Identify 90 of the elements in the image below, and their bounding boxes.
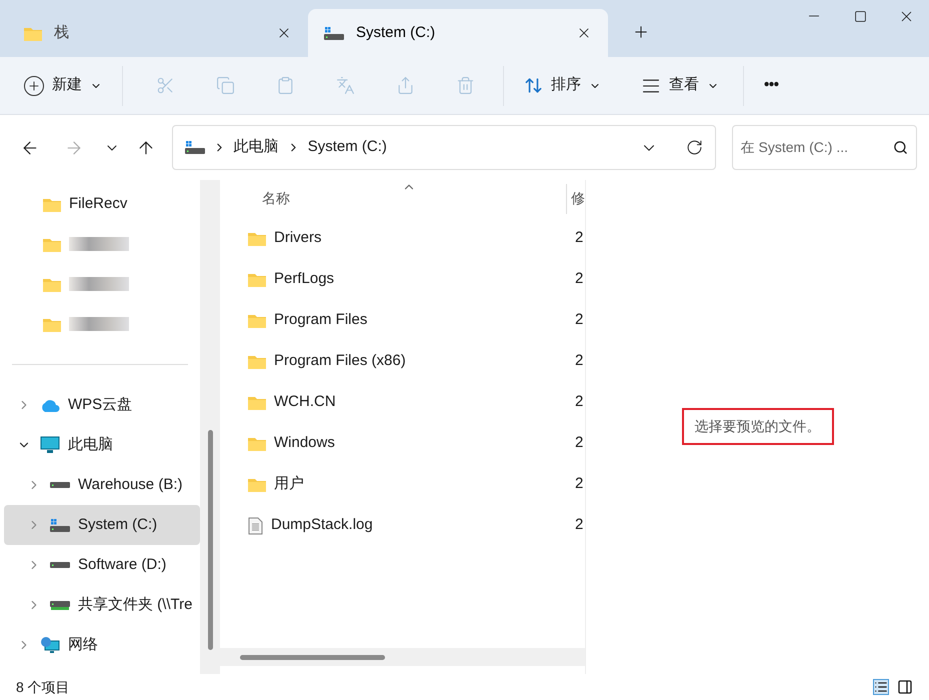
sidebar-label: WPS云盘 xyxy=(68,394,132,415)
date-cell-text: 2 xyxy=(575,433,584,454)
folder-icon xyxy=(248,231,266,246)
sidebar-label: FileRecv xyxy=(69,194,128,214)
drive-icon xyxy=(50,562,70,568)
sidebar-item[interactable]: 共享文件夹 (\\Tre xyxy=(4,585,200,625)
file-name: 用户 xyxy=(274,474,304,494)
date-cell-text: 2 xyxy=(575,392,584,412)
network-drive-icon xyxy=(50,600,70,610)
system-drive-icon xyxy=(50,518,70,532)
sidebar-item[interactable]: WPS云盘 xyxy=(4,385,200,425)
sidebar-item[interactable]: 此电脑 xyxy=(4,425,200,465)
maximize-icon[interactable] xyxy=(854,10,866,22)
system-drive-icon xyxy=(324,26,344,40)
blurred-label xyxy=(69,317,129,331)
search-icon xyxy=(893,140,908,155)
tab-label: System (C:) xyxy=(356,22,436,43)
tiles-view-icon[interactable] xyxy=(897,679,913,695)
file-name: Program Files (x86) xyxy=(274,351,406,372)
folder-icon xyxy=(43,276,61,292)
file-name: DumpStack.log xyxy=(271,515,373,536)
folder-icon xyxy=(248,313,266,328)
date-cell-text: 2 xyxy=(575,269,584,290)
sidebar-label: 共享文件夹 (\\Tre xyxy=(78,594,192,615)
folder-icon xyxy=(248,436,266,451)
system-drive-icon xyxy=(184,141,205,154)
file-name: Program Files xyxy=(274,310,368,330)
file-name: PerfLogs xyxy=(274,269,334,290)
sidebar-label: 网络 xyxy=(68,634,98,655)
item-count: 8 个项目 xyxy=(16,678,70,696)
folder-icon xyxy=(24,26,42,40)
address-bar[interactable]: 此电脑 System (C:) xyxy=(172,125,716,170)
sidebar-label: Software (D:) xyxy=(78,554,166,575)
monitor-icon xyxy=(40,436,60,454)
breadcrumb[interactable]: System (C:) xyxy=(308,136,387,159)
blurred-label xyxy=(69,237,129,251)
file-row[interactable]: PerfLogs 2 xyxy=(220,259,585,300)
new-button[interactable]: 新建 xyxy=(16,68,110,104)
horizontal-scrollbar-thumb[interactable] xyxy=(240,654,385,660)
refresh-icon[interactable] xyxy=(686,139,703,156)
tab[interactable]: System (C:) xyxy=(308,9,608,57)
document-icon xyxy=(248,516,263,534)
file-row[interactable]: Drivers 2 xyxy=(220,218,585,259)
date-cell-text: 2 xyxy=(575,310,584,330)
network-icon xyxy=(40,636,60,654)
file-name: Drivers xyxy=(274,228,322,248)
sort-button[interactable]: 排序 xyxy=(512,68,613,104)
search-input[interactable]: 在 System (C:) ... xyxy=(740,137,881,158)
file-row[interactable]: Program Files (x86) 2 xyxy=(220,341,585,382)
folder-icon xyxy=(43,316,61,332)
sidebar-item[interactable]: 网络 xyxy=(4,625,200,665)
folder-icon xyxy=(248,395,266,410)
file-row[interactable]: DumpStack.log 2 xyxy=(220,505,585,546)
sidebar-item[interactable]: FileRecv xyxy=(4,184,200,224)
folder-icon xyxy=(43,236,61,252)
drive-icon xyxy=(50,482,70,488)
blurred-label xyxy=(69,277,129,291)
more-button[interactable]: ••• xyxy=(756,68,787,104)
folder-icon xyxy=(248,272,266,287)
preview-message: 选择要预览的文件。 xyxy=(682,408,834,445)
search-field[interactable]: 在 System (C:) ... xyxy=(732,125,917,170)
date-cell-text: 2 xyxy=(575,515,584,536)
file-name: WCH.CN xyxy=(274,392,336,412)
date-cell-text: 2 xyxy=(575,228,584,248)
tab-label: 栈 xyxy=(54,22,70,43)
file-name: Windows xyxy=(274,433,335,454)
sidebar-item[interactable]: System (C:) xyxy=(4,505,200,545)
file-row[interactable]: WCH.CN 2 xyxy=(220,382,585,423)
details-view-icon[interactable] xyxy=(873,679,889,695)
sidebar-label: 此电脑 xyxy=(68,434,113,455)
folder-icon xyxy=(248,354,266,369)
tab[interactable]: 栈 xyxy=(8,9,308,57)
sidebar-label: Warehouse (B:) xyxy=(78,474,182,495)
date-cell-text: 2 xyxy=(575,474,584,494)
view-button[interactable]: 查看 xyxy=(629,68,731,104)
file-row[interactable]: 用户 2 xyxy=(220,464,585,505)
folder-icon xyxy=(43,196,61,212)
column-header[interactable]: 名称 xyxy=(262,188,290,209)
date-cell-text: 2 xyxy=(575,351,584,372)
sidebar-item[interactable]: Warehouse (B:) xyxy=(4,465,200,505)
column-header[interactable]: 修 xyxy=(571,188,585,209)
cloud-icon xyxy=(40,398,60,412)
sidebar-label: System (C:) xyxy=(78,514,158,535)
breadcrumb[interactable]: 此电脑 xyxy=(234,136,279,159)
sidebar-item[interactable]: Software (D:) xyxy=(4,545,200,585)
file-row[interactable]: Program Files 2 xyxy=(220,300,585,341)
file-row[interactable]: Windows 2 xyxy=(220,423,585,464)
folder-icon xyxy=(248,477,266,492)
scrollbar-thumb[interactable] xyxy=(208,430,212,650)
sort-icon xyxy=(524,76,543,95)
